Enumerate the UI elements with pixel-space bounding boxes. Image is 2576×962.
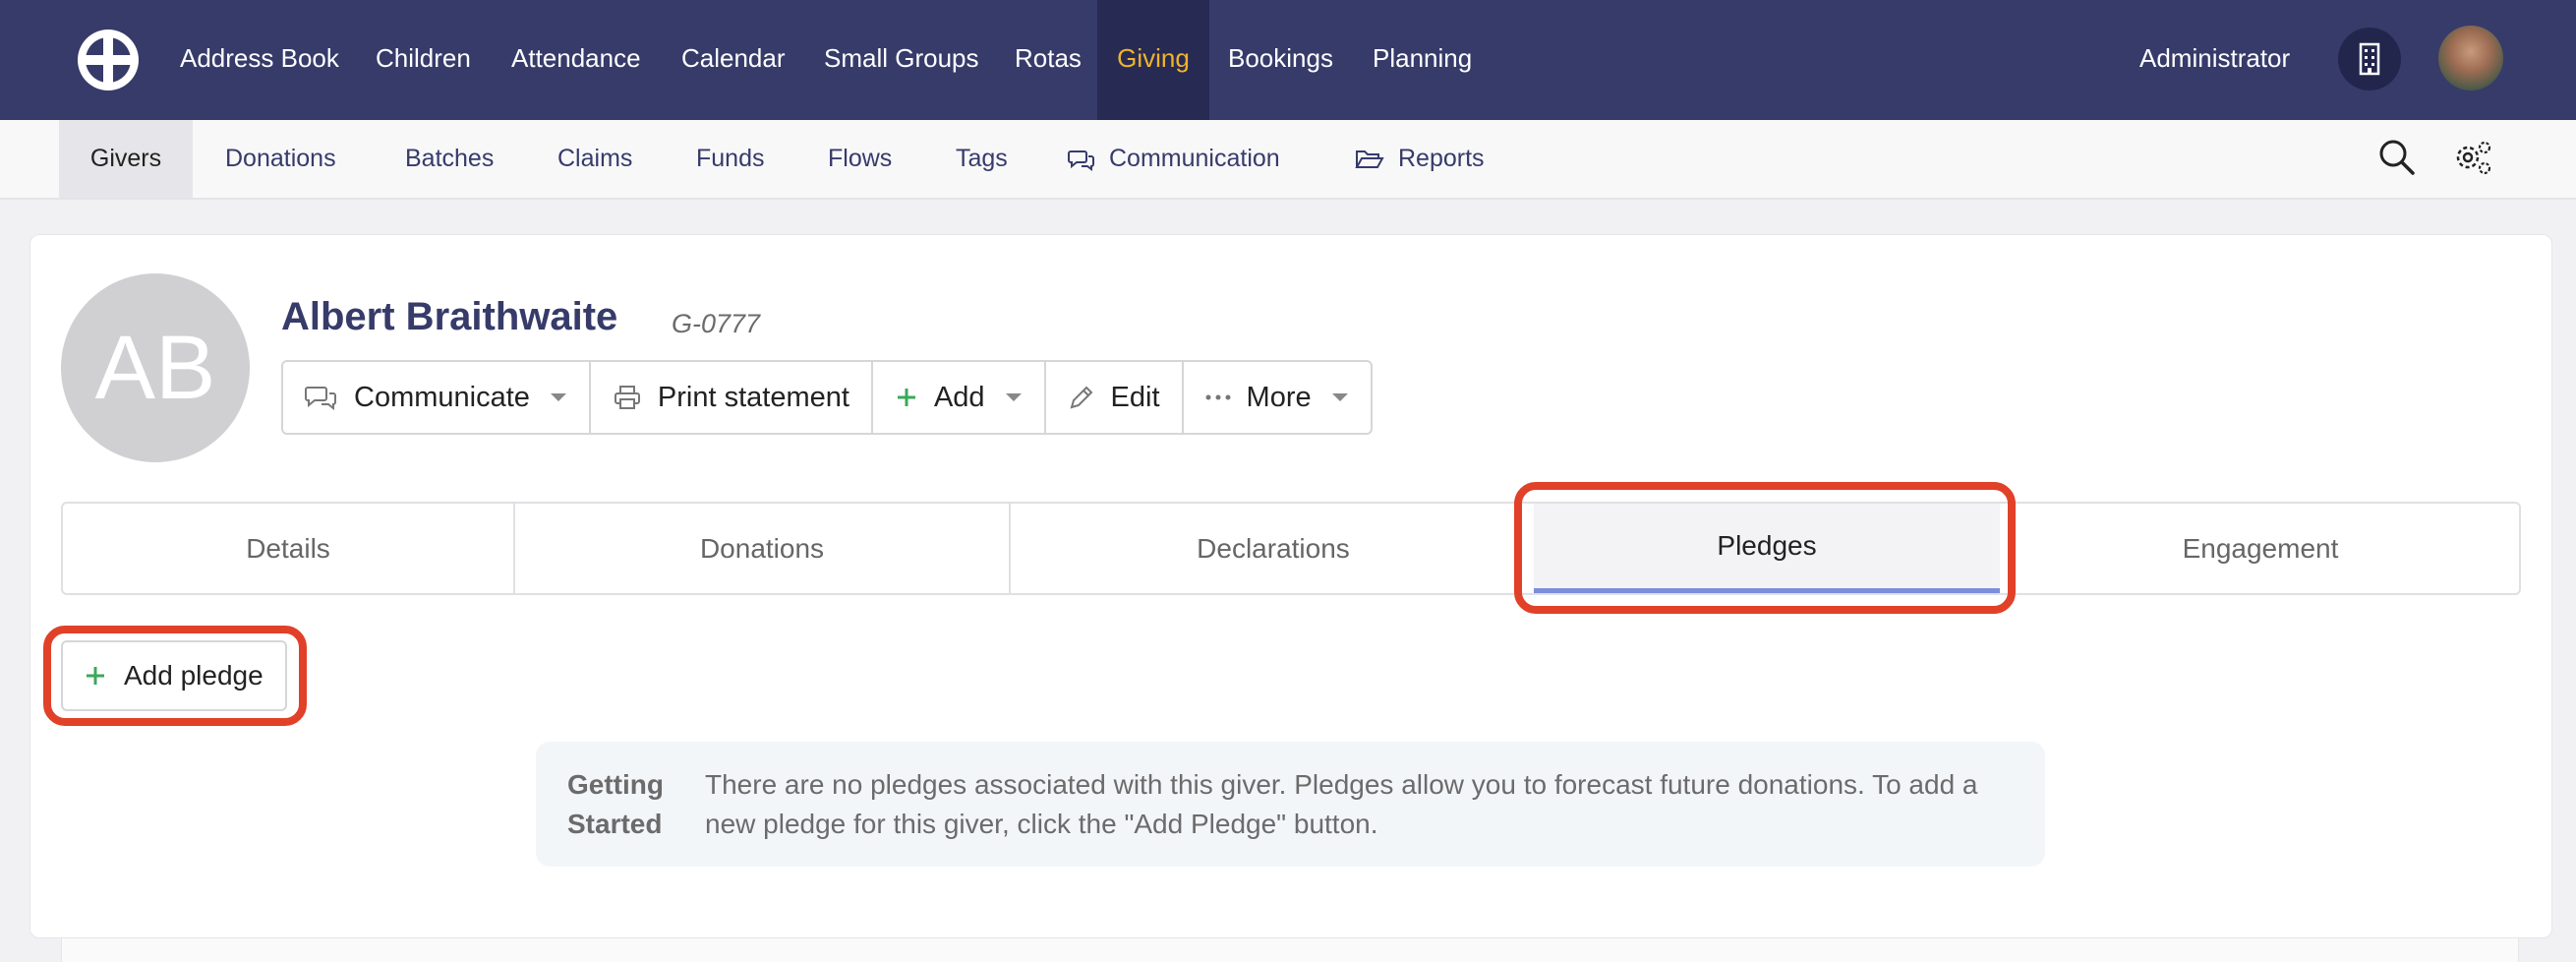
subnav-communication[interactable]: Communication xyxy=(1068,120,1280,198)
folder-open-icon xyxy=(1355,150,1384,169)
giver-reference: G-0777 xyxy=(672,309,761,338)
getting-started-title: Getting Started xyxy=(567,769,664,839)
nav-address-book[interactable]: Address Book xyxy=(180,0,339,120)
nav-planning[interactable]: Planning xyxy=(1373,0,1472,120)
edit-button[interactable]: Edit xyxy=(1046,362,1184,433)
subnav-communication-label: Communication xyxy=(1109,145,1280,172)
communicate-button[interactable]: Communicate xyxy=(283,362,591,433)
search-icon[interactable] xyxy=(2377,138,2417,177)
top-navigation-bar: Address Book Children Attendance Calenda… xyxy=(0,0,2576,120)
tab-donations[interactable]: Donations xyxy=(515,504,1009,593)
giving-sub-navigation: Givers Donations Batches Claims Funds Fl… xyxy=(0,120,2576,200)
tab-engagement[interactable]: Engagement xyxy=(2000,504,2521,593)
user-role-label[interactable]: Administrator xyxy=(2139,0,2290,120)
print-statement-label: Print statement xyxy=(657,381,849,413)
getting-started-notice: Getting Started There are no pledges ass… xyxy=(536,742,2045,867)
communicate-label: Communicate xyxy=(354,381,530,413)
subnav-reports[interactable]: Reports xyxy=(1355,120,1485,198)
nav-rotas[interactable]: Rotas xyxy=(1015,0,1082,120)
nav-children[interactable]: Children xyxy=(376,0,471,120)
more-button[interactable]: More xyxy=(1184,362,1371,433)
caret-down-icon xyxy=(1005,393,1022,401)
ellipsis-icon xyxy=(1205,394,1231,400)
card-footer-edge xyxy=(61,938,2519,962)
caret-down-icon xyxy=(550,393,566,401)
chat-bubbles-icon xyxy=(305,387,336,411)
add-label: Add xyxy=(933,381,985,413)
organisation-button[interactable] xyxy=(2338,28,2401,90)
subnav-reports-label: Reports xyxy=(1398,145,1485,172)
church-logo-icon[interactable] xyxy=(75,27,142,93)
settings-gear-icon[interactable] xyxy=(2452,138,2495,181)
add-button[interactable]: Add xyxy=(873,362,1046,433)
print-statement-button[interactable]: Print statement xyxy=(591,362,873,433)
subnav-givers[interactable]: Givers xyxy=(59,120,193,198)
subnav-funds[interactable]: Funds xyxy=(696,120,764,198)
plus-icon xyxy=(897,389,915,406)
subnav-tags[interactable]: Tags xyxy=(956,120,1008,198)
subnav-batches[interactable]: Batches xyxy=(405,120,494,198)
user-avatar[interactable] xyxy=(2438,26,2503,90)
giver-name: Albert Braithwaite xyxy=(281,295,618,338)
building-icon xyxy=(2359,42,2380,76)
nav-attendance[interactable]: Attendance xyxy=(511,0,641,120)
add-pledge-highlight xyxy=(43,626,307,726)
edit-label: Edit xyxy=(1110,381,1160,413)
nav-small-groups[interactable]: Small Groups xyxy=(824,0,979,120)
pledges-tab-highlight xyxy=(1514,482,2016,614)
nav-giving[interactable]: Giving xyxy=(1097,0,1209,120)
nav-calendar[interactable]: Calendar xyxy=(681,0,786,120)
more-label: More xyxy=(1246,381,1312,413)
subnav-donations[interactable]: Donations xyxy=(225,120,336,198)
pencil-icon xyxy=(1070,386,1092,409)
tab-declarations[interactable]: Declarations xyxy=(1011,504,1536,593)
giver-actions-toolbar: Communicate Print statement Add Edit Mor… xyxy=(281,360,1373,435)
nav-bookings[interactable]: Bookings xyxy=(1228,0,1333,120)
giver-initials-avatar: AB xyxy=(61,273,250,462)
giver-tabs: Details Donations Declarations Pledges E… xyxy=(61,502,2521,595)
chat-bubbles-icon xyxy=(1068,150,1094,172)
printer-icon xyxy=(614,386,640,409)
getting-started-text: There are no pledges associated with thi… xyxy=(705,769,1978,839)
caret-down-icon xyxy=(1331,393,1348,401)
subnav-claims[interactable]: Claims xyxy=(557,120,632,198)
tab-details[interactable]: Details xyxy=(63,504,513,593)
subnav-flows[interactable]: Flows xyxy=(828,120,892,198)
